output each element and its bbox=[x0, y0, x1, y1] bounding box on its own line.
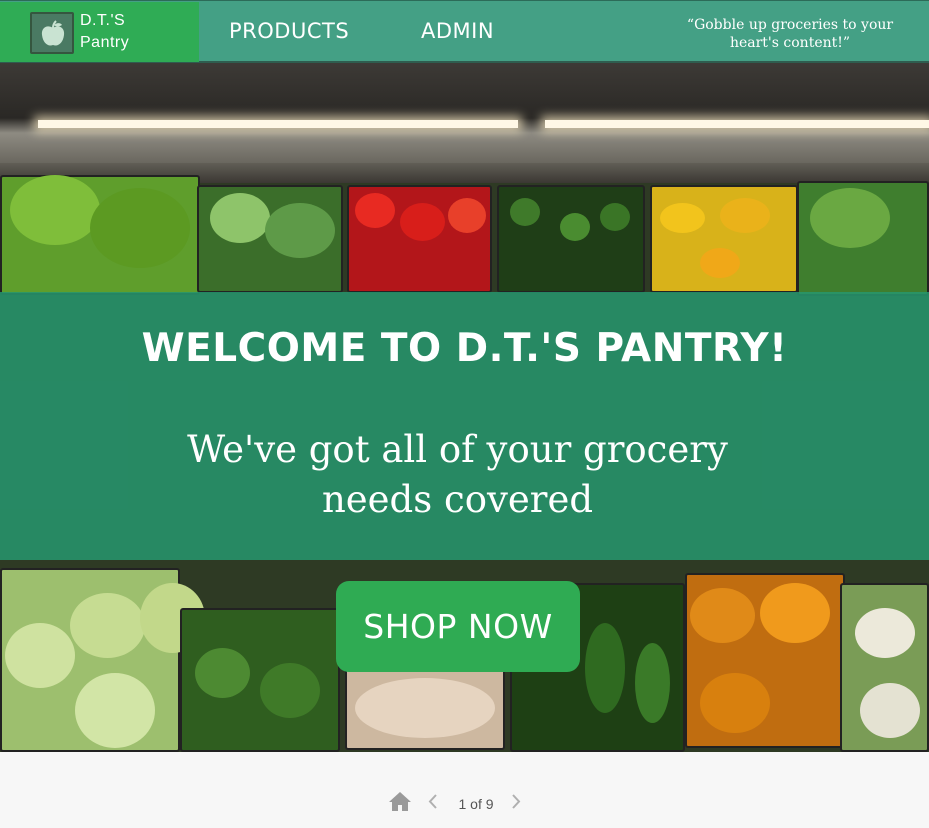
site-header: D.T.'S Pantry PRODUCTS ADMIN “Gobble up … bbox=[0, 0, 929, 63]
apple-icon bbox=[30, 12, 74, 54]
chevron-right-icon[interactable] bbox=[511, 794, 521, 813]
chevron-left-icon[interactable] bbox=[428, 794, 438, 813]
logo-text: D.T.'S Pantry bbox=[80, 10, 129, 54]
logo-line-2: Pantry bbox=[80, 34, 130, 51]
page-indicator: 1 of 9 bbox=[458, 796, 494, 812]
header-tagline: “Gobble up groceries to your heart's con… bbox=[686, 17, 894, 51]
site-logo[interactable]: D.T.'S Pantry bbox=[0, 2, 199, 62]
shop-now-button[interactable]: SHOP NOW bbox=[336, 581, 580, 672]
hero-banner: WELCOME TO D.T.'S PANTRY! We've got all … bbox=[0, 63, 929, 752]
welcome-heading: WELCOME TO D.T.'S PANTRY! bbox=[141, 326, 788, 371]
home-icon[interactable] bbox=[389, 792, 411, 815]
nav-admin[interactable]: ADMIN bbox=[421, 19, 494, 43]
welcome-subheading: We've got all of your grocery needs cove… bbox=[187, 428, 728, 521]
page-navigation: 1 of 9 bbox=[0, 752, 929, 828]
nav-products[interactable]: PRODUCTS bbox=[229, 19, 349, 43]
welcome-overlay: WELCOME TO D.T.'S PANTRY! We've got all … bbox=[0, 292, 929, 560]
logo-line-1: D.T.'S bbox=[80, 12, 126, 29]
